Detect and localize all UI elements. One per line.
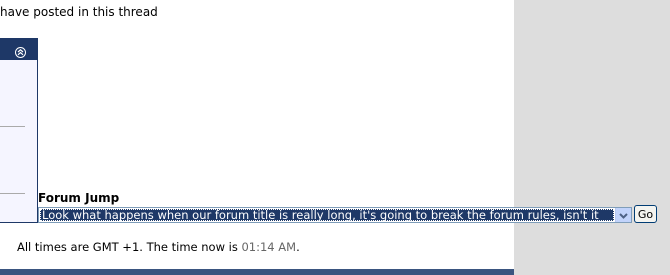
side-divider — [0, 126, 25, 127]
side-divider — [0, 193, 25, 194]
collapse-up-icon[interactable] — [15, 43, 26, 58]
forum-jump-selected-option[interactable]: Look what happens when our forum title i… — [40, 209, 614, 221]
current-time: 01:14 AM — [241, 240, 297, 254]
chevron-down-icon[interactable] — [615, 208, 631, 222]
footer-bar — [0, 269, 514, 275]
posted-note: have posted in this thread — [0, 5, 158, 19]
side-box-header — [0, 38, 38, 60]
go-button[interactable]: Go — [634, 205, 657, 223]
forum-jump-select[interactable]: Look what happens when our forum title i… — [38, 207, 632, 223]
time-suffix: . — [296, 240, 300, 254]
side-gray-panel — [514, 0, 670, 275]
forum-jump-label: Forum Jump — [38, 191, 120, 205]
time-notice: All times are GMT +1. The time now is 01… — [17, 240, 300, 254]
side-box — [0, 38, 38, 223]
time-prefix: All times are GMT +1. The time now is — [17, 240, 242, 254]
